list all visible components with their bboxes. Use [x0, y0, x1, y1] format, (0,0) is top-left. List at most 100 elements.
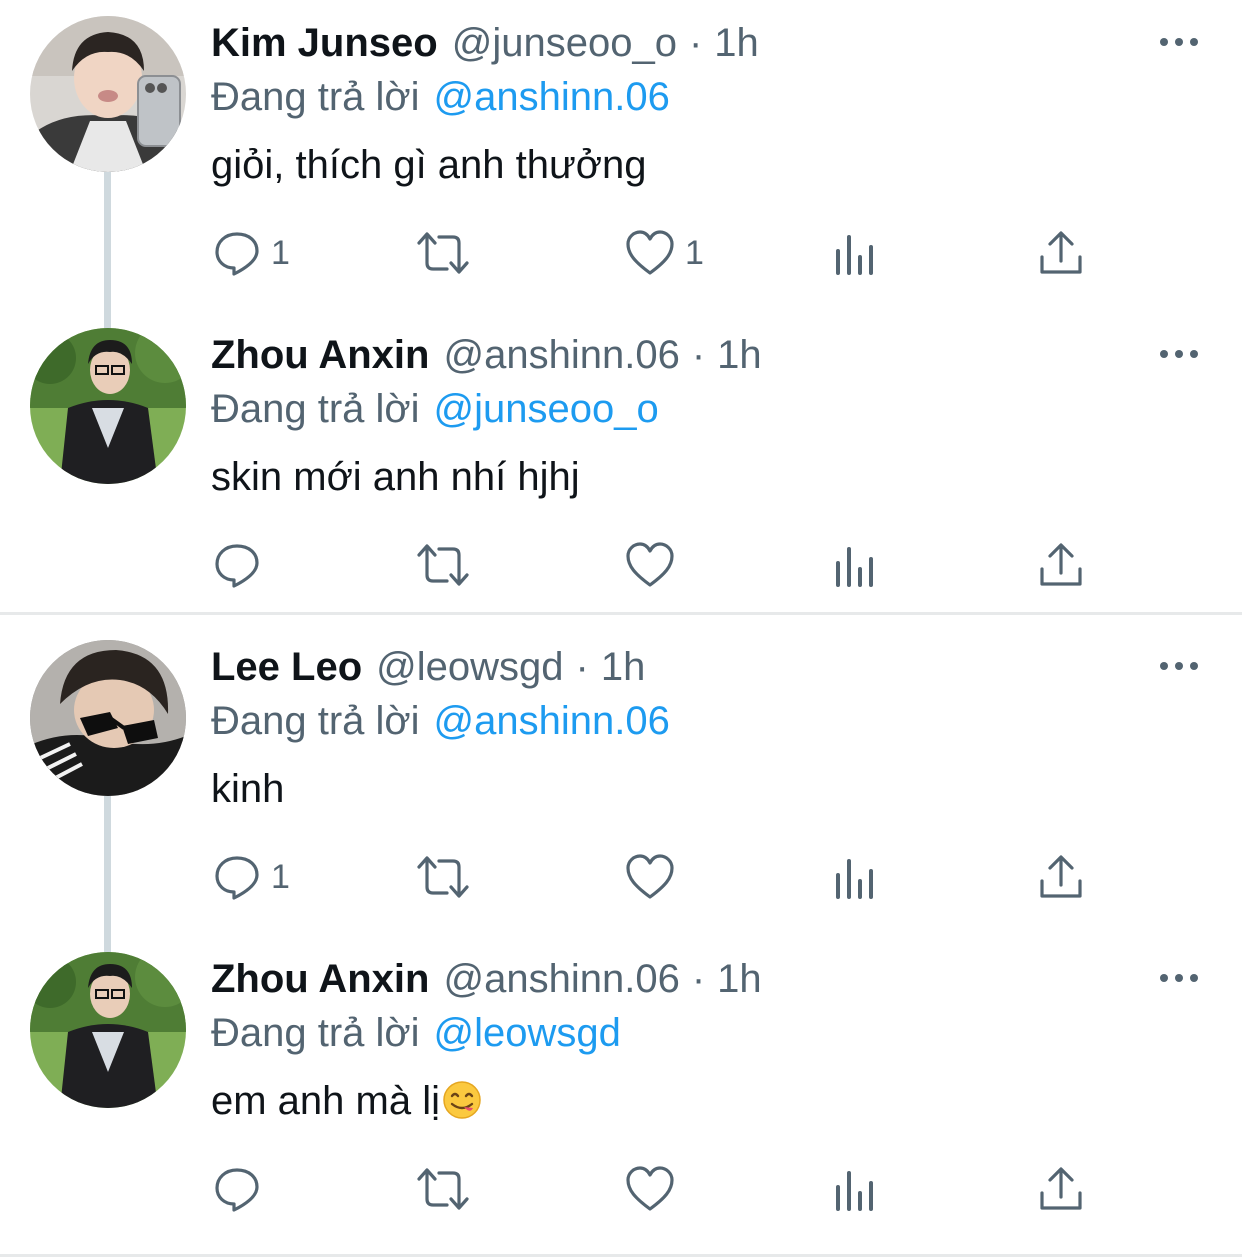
retweet-icon — [417, 856, 469, 898]
like-button[interactable] — [625, 1144, 685, 1234]
timestamp[interactable]: 1h — [601, 640, 646, 694]
more-options-button[interactable] — [1154, 334, 1204, 374]
replying-to-handle[interactable]: @anshinn.06 — [434, 699, 670, 743]
bottom-divider — [0, 1254, 1242, 1257]
share-button[interactable] — [1038, 520, 1084, 610]
avatar[interactable] — [30, 328, 186, 484]
avatar[interactable] — [30, 952, 186, 1108]
reply-button[interactable]: 1 — [213, 208, 290, 298]
tweet[interactable]: Kim Junseo @junseoo_o · 1h Đang trả lời @… — [0, 0, 1242, 312]
retweet-button[interactable] — [415, 520, 481, 610]
replying-to: Đang trả lời @leowsgd — [211, 1006, 621, 1060]
more-icon — [1160, 974, 1198, 982]
reply-icon — [215, 232, 259, 276]
reply-button[interactable] — [213, 520, 271, 610]
display-name[interactable]: Zhou Anxin — [211, 952, 429, 1006]
user-handle[interactable]: @anshinn.06 — [443, 952, 679, 1006]
heart-icon — [626, 1166, 674, 1211]
more-options-button[interactable] — [1154, 958, 1204, 998]
user-handle[interactable]: @leowsgd — [376, 640, 563, 694]
tweet[interactable]: Zhou Anxin @anshinn.06 · 1h Đang trả lời… — [0, 936, 1242, 1248]
reply-button[interactable]: 1 — [213, 832, 290, 922]
tweet[interactable]: Zhou Anxin @anshinn.06 · 1h Đang trả lời… — [0, 312, 1242, 624]
share-button[interactable] — [1038, 1144, 1084, 1234]
replying-to-label: Đang trả lời — [211, 75, 420, 119]
replying-to-handle[interactable]: @anshinn.06 — [434, 75, 670, 119]
analytics-icon — [836, 547, 873, 587]
action-bar: 1 1 — [0, 208, 1242, 298]
replying-to: Đang trả lời @anshinn.06 — [211, 70, 670, 124]
action-bar — [0, 1144, 1242, 1234]
reply-icon — [215, 1168, 259, 1212]
separator-dot: · — [688, 21, 703, 65]
user-handle[interactable]: @junseoo_o — [452, 16, 677, 70]
share-icon — [1040, 231, 1082, 274]
retweet-button[interactable] — [415, 832, 481, 922]
replying-to-handle[interactable]: @leowsgd — [434, 1011, 621, 1055]
avatar-photo — [30, 952, 186, 1108]
action-bar — [0, 520, 1242, 610]
tweet-text: giỏi, thích gì anh thưởng — [211, 143, 647, 187]
avatar[interactable] — [30, 640, 186, 796]
tweet-text: skin mới anh nhí hjhj — [211, 455, 580, 499]
display-name[interactable]: Zhou Anxin — [211, 328, 429, 382]
tweet[interactable]: Lee Leo @leowsgd · 1h Đang trả lời @anshi… — [0, 624, 1242, 936]
avatar-photo — [30, 640, 186, 796]
thread-divider — [0, 612, 1242, 615]
timestamp[interactable]: 1h — [717, 328, 762, 382]
heart-icon — [626, 542, 674, 587]
separator-dot: · — [691, 333, 706, 377]
timestamp[interactable]: 1h — [717, 952, 762, 1006]
retweet-icon — [417, 544, 469, 586]
share-button[interactable] — [1038, 832, 1084, 922]
like-button[interactable] — [625, 520, 685, 610]
more-options-button[interactable] — [1154, 646, 1204, 686]
user-handle[interactable]: @anshinn.06 — [443, 328, 679, 382]
views-button[interactable] — [834, 832, 878, 922]
tweet-text: kinh — [211, 767, 285, 811]
avatar-photo — [30, 16, 186, 172]
replying-to-label: Đang trả lời — [211, 699, 420, 743]
replying-to-handle[interactable]: @junseoo_o — [434, 387, 659, 431]
more-icon — [1160, 38, 1198, 46]
reply-icon — [215, 856, 259, 900]
analytics-icon — [836, 859, 873, 899]
share-button[interactable] — [1038, 208, 1084, 298]
retweet-icon — [417, 1168, 469, 1210]
tweet-header: Zhou Anxin @anshinn.06 · 1h — [211, 952, 762, 1006]
more-icon — [1160, 350, 1198, 358]
display-name[interactable]: Kim Junseo — [211, 16, 438, 70]
like-button[interactable]: 1 — [625, 208, 704, 298]
share-icon — [1040, 543, 1082, 586]
like-count: 1 — [685, 233, 704, 272]
reply-count: 1 — [271, 233, 290, 272]
avatar[interactable] — [30, 16, 186, 172]
reply-count: 1 — [271, 857, 290, 896]
like-button[interactable] — [625, 832, 685, 922]
tweet-header: Lee Leo @leowsgd · 1h — [211, 640, 645, 694]
replying-to: Đang trả lời @anshinn.06 — [211, 694, 670, 748]
tweet-text: em anh mà lị — [211, 1079, 440, 1123]
retweet-button[interactable] — [415, 208, 481, 298]
more-icon — [1160, 662, 1198, 670]
more-options-button[interactable] — [1154, 22, 1204, 62]
timestamp[interactable]: 1h — [714, 16, 759, 70]
tweet-header: Kim Junseo @junseoo_o · 1h — [211, 16, 759, 70]
retweet-icon — [417, 232, 469, 274]
tweet-header: Zhou Anxin @anshinn.06 · 1h — [211, 328, 762, 382]
retweet-button[interactable] — [415, 1144, 481, 1234]
heart-icon — [626, 230, 674, 275]
display-name[interactable]: Lee Leo — [211, 640, 362, 694]
face-savoring-food-icon — [442, 1080, 482, 1134]
views-button[interactable] — [834, 520, 878, 610]
share-icon — [1040, 855, 1082, 898]
reply-icon — [215, 544, 259, 588]
replying-to-label: Đang trả lời — [211, 387, 420, 431]
separator-dot: · — [691, 957, 706, 1001]
reply-button[interactable] — [213, 1144, 271, 1234]
avatar-photo — [30, 328, 186, 484]
views-button[interactable] — [834, 208, 878, 298]
views-button[interactable] — [834, 1144, 878, 1234]
analytics-icon — [836, 1171, 873, 1211]
replying-to: Đang trả lời @junseoo_o — [211, 382, 659, 436]
